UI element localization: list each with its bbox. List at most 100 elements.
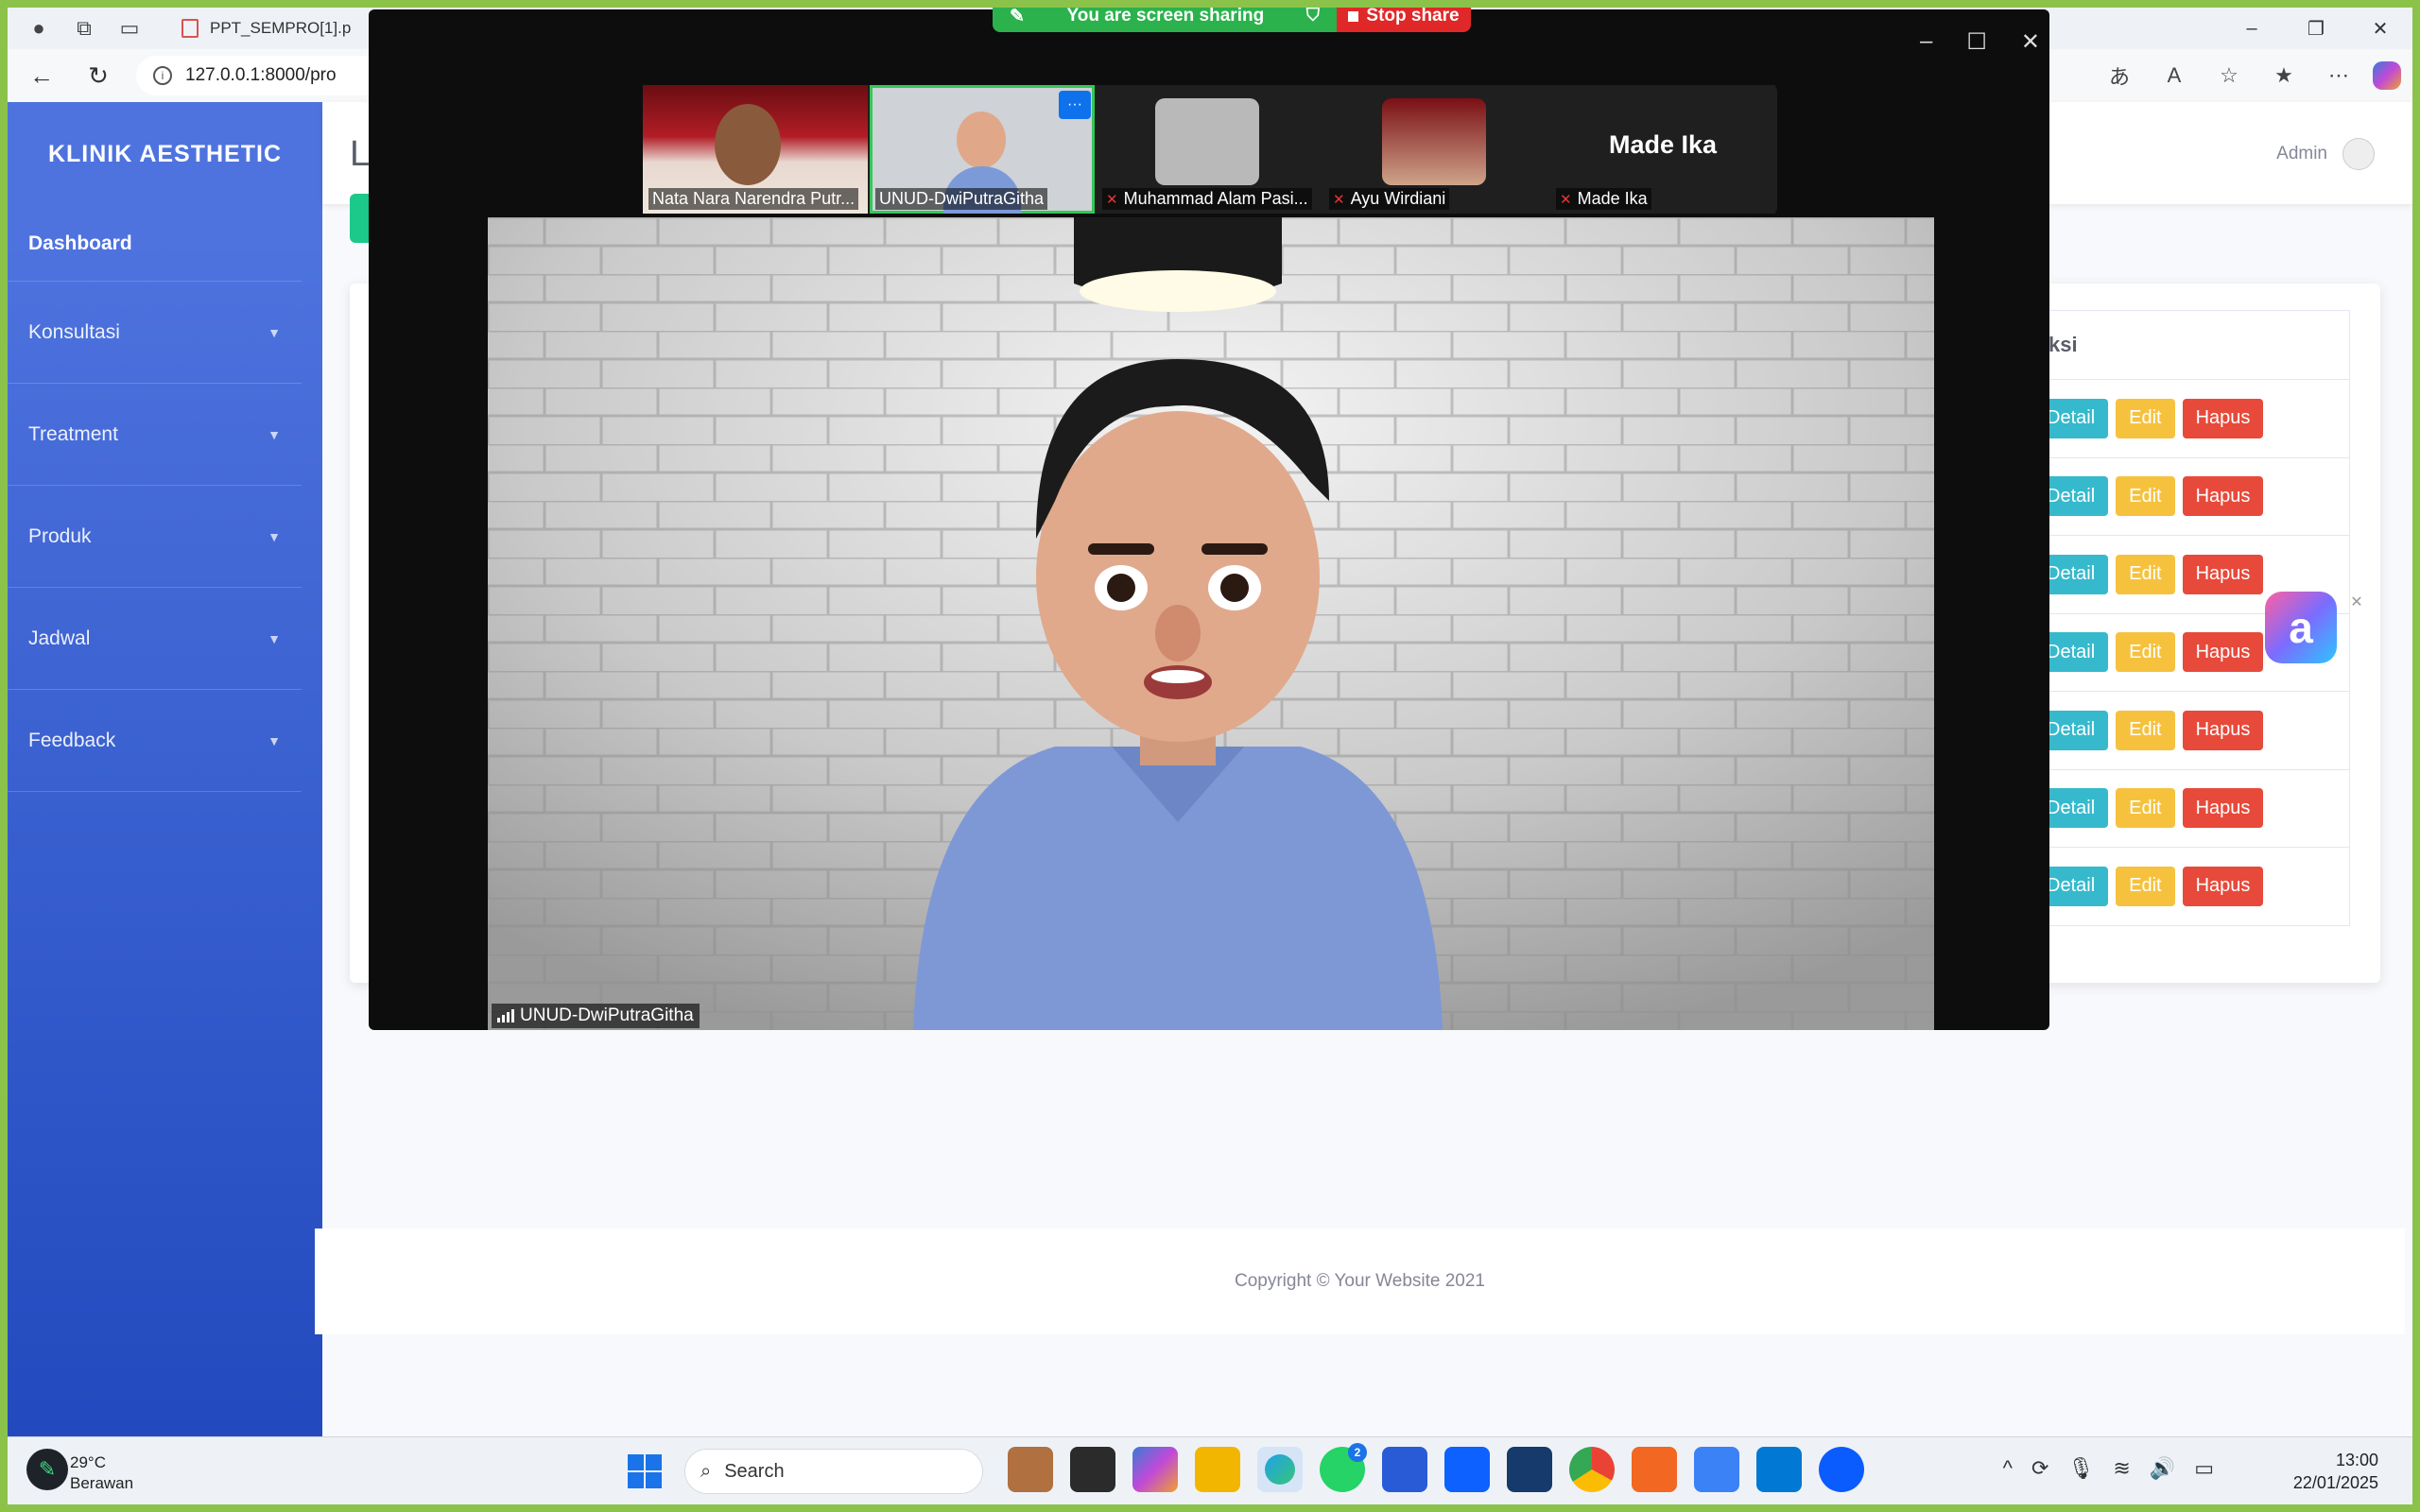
sidebar-item-label: Treatment: [28, 422, 118, 445]
search-highlight-icon[interactable]: [1008, 1447, 1053, 1492]
participant-video: [715, 104, 781, 185]
participant-name: Nata Nara Narendra Putr...: [648, 188, 859, 210]
maximize-button[interactable]: ☐: [1966, 28, 1987, 56]
muted-mic-icon: ✕: [1333, 191, 1345, 208]
edit-button[interactable]: Edit: [2116, 476, 2175, 517]
refresh-icon[interactable]: ↻: [76, 53, 121, 98]
store-icon[interactable]: [1382, 1447, 1427, 1492]
hapus-button[interactable]: Hapus: [2182, 398, 2264, 438]
stop-share-button[interactable]: Stop share: [1337, 0, 1471, 32]
read-aloud-icon[interactable]: A: [2153, 55, 2195, 96]
wifi-icon[interactable]: ≋: [2113, 1456, 2130, 1481]
hapus-button[interactable]: Hapus: [2182, 788, 2264, 829]
hapus-button[interactable]: Hapus: [2182, 554, 2264, 594]
app-icon[interactable]: [1507, 1447, 1552, 1492]
sidebar-item-label: Konsultasi: [28, 320, 120, 343]
more-menu-icon[interactable]: ⋯: [2318, 55, 2360, 96]
workspaces-icon[interactable]: ⧉: [70, 14, 98, 43]
close-button[interactable]: ✕: [2021, 28, 2040, 56]
chrome-icon[interactable]: [1569, 1447, 1615, 1492]
chevron-down-icon: ▼: [268, 426, 281, 442]
speaker-name-label: UNUD-DwiPutraGitha: [492, 1004, 700, 1028]
stop-icon: [1348, 10, 1359, 22]
sidebar-item-label: Dashboard: [28, 232, 132, 254]
hapus-button[interactable]: Hapus: [2182, 710, 2264, 750]
chevron-up-icon[interactable]: ^: [2003, 1456, 2013, 1481]
participant-tile-active[interactable]: ··· UNUD-DwiPutraGitha: [870, 85, 1095, 214]
sidebar-brand[interactable]: KLINIK AESTHETIC: [8, 102, 322, 206]
edit-button[interactable]: Edit: [2116, 866, 2175, 906]
user-name: Admin: [2276, 144, 2327, 163]
hapus-button[interactable]: Hapus: [2182, 632, 2264, 673]
hapus-button[interactable]: Hapus: [2182, 476, 2264, 517]
edit-button[interactable]: Edit: [2116, 788, 2175, 829]
participant-tile[interactable]: ✕ Muhammad Alam Pasi...: [1097, 85, 1322, 214]
time: 13:00: [2335, 1451, 2378, 1469]
edge-icon[interactable]: [1257, 1447, 1303, 1492]
battery-icon[interactable]: ▭: [2194, 1456, 2214, 1481]
xampp-icon[interactable]: [1632, 1447, 1677, 1492]
app-arrow-icon[interactable]: [1694, 1447, 1739, 1492]
shield-icon: ⛉: [1305, 6, 1320, 26]
active-speaker-video[interactable]: UNUD-DwiPutraGitha: [488, 217, 1934, 1030]
taskbar-search[interactable]: ⌕ Search: [684, 1449, 983, 1494]
copilot-icon[interactable]: [2373, 61, 2401, 90]
clock[interactable]: 13:00 22/01/2025: [2293, 1449, 2378, 1494]
vscode-icon[interactable]: [1756, 1447, 1802, 1492]
file-explorer-icon[interactable]: [1195, 1447, 1240, 1492]
back-icon[interactable]: ←: [19, 53, 64, 98]
dropbox-icon[interactable]: [1444, 1447, 1490, 1492]
volume-icon[interactable]: 🔊: [2150, 1456, 2175, 1481]
taskbar-apps: 2: [1008, 1443, 1864, 1492]
translate-icon[interactable]: あ: [2099, 55, 2140, 96]
footer: Copyright © Your Website 2021: [315, 1228, 2405, 1334]
sync-icon[interactable]: ⟳: [2031, 1456, 2048, 1481]
sidebar-item-konsultasi[interactable]: Konsultasi ▼: [8, 282, 302, 384]
more-options-button[interactable]: ···: [1059, 91, 1091, 119]
microphone-icon[interactable]: 🎙: [2067, 1456, 2094, 1481]
chevron-down-icon: ▼: [268, 324, 281, 340]
close-icon[interactable]: ✕: [2346, 592, 2367, 612]
edit-button[interactable]: Edit: [2116, 554, 2175, 594]
sidebar-item-label: Produk: [28, 524, 92, 547]
browser-toolbar-right: あ A ☆ ★ ⋯: [2099, 55, 2401, 96]
task-view-icon[interactable]: [1070, 1447, 1115, 1492]
sharing-status[interactable]: ✎ You are screen sharing ⛉: [993, 0, 1337, 32]
close-button[interactable]: ✕: [2348, 8, 2412, 49]
edit-button[interactable]: Edit: [2116, 632, 2175, 673]
edit-button[interactable]: Edit: [2116, 710, 2175, 750]
profile-icon[interactable]: ●: [25, 14, 53, 43]
tab-title: PPT_SEMPRO[1].p: [210, 19, 352, 37]
vertical-tabs-icon[interactable]: ▭: [115, 14, 144, 43]
sidebar-item-dashboard[interactable]: Dashboard: [8, 206, 302, 282]
participant-tile[interactable]: Nata Nara Narendra Putr...: [643, 85, 868, 214]
favorites-icon[interactable]: ★: [2263, 55, 2305, 96]
participant-name: ✕ Muhammad Alam Pasi...: [1102, 188, 1312, 210]
minimize-button[interactable]: –: [2220, 8, 2284, 49]
favorite-star-icon[interactable]: ☆: [2208, 55, 2250, 96]
sidebar-item-treatment[interactable]: Treatment ▼: [8, 384, 302, 486]
sidebar-item-jadwal[interactable]: Jadwal ▼: [8, 588, 302, 690]
windows-start-icon[interactable]: [628, 1454, 662, 1488]
weather-widget[interactable]: 29°C Berawan: [70, 1452, 133, 1494]
minimize-button[interactable]: –: [1920, 28, 1932, 56]
whatsapp-icon[interactable]: 2: [1320, 1443, 1367, 1492]
edit-button[interactable]: Edit: [2116, 398, 2175, 438]
zoom-icon[interactable]: [1819, 1447, 1864, 1492]
sidebar-item-feedback[interactable]: Feedback ▼: [8, 690, 302, 792]
chevron-down-icon: ▼: [268, 630, 281, 646]
floating-assistant-icon[interactable]: a: [2265, 592, 2337, 663]
sidebar-item-produk[interactable]: Produk ▼: [8, 486, 302, 588]
participant-tile[interactable]: Made Ika ✕ Made Ika: [1550, 85, 1775, 214]
restore-button[interactable]: ❐: [2284, 8, 2348, 49]
browser-tab[interactable]: PPT_SEMPRO[1].p: [182, 11, 351, 45]
site-info-icon[interactable]: i: [153, 66, 172, 85]
widget-pen-icon[interactable]: ✎: [26, 1449, 68, 1490]
hapus-button[interactable]: Hapus: [2182, 866, 2264, 906]
url-text: 127.0.0.1:8000/pro: [185, 65, 337, 85]
participant-video: [957, 112, 1006, 168]
participant-tile[interactable]: ✕ Ayu Wirdiani: [1323, 85, 1548, 214]
copilot-icon[interactable]: [1132, 1447, 1178, 1492]
table-row: Detail Edit Hapus: [2032, 692, 2350, 770]
user-menu[interactable]: Admin: [2276, 138, 2375, 170]
